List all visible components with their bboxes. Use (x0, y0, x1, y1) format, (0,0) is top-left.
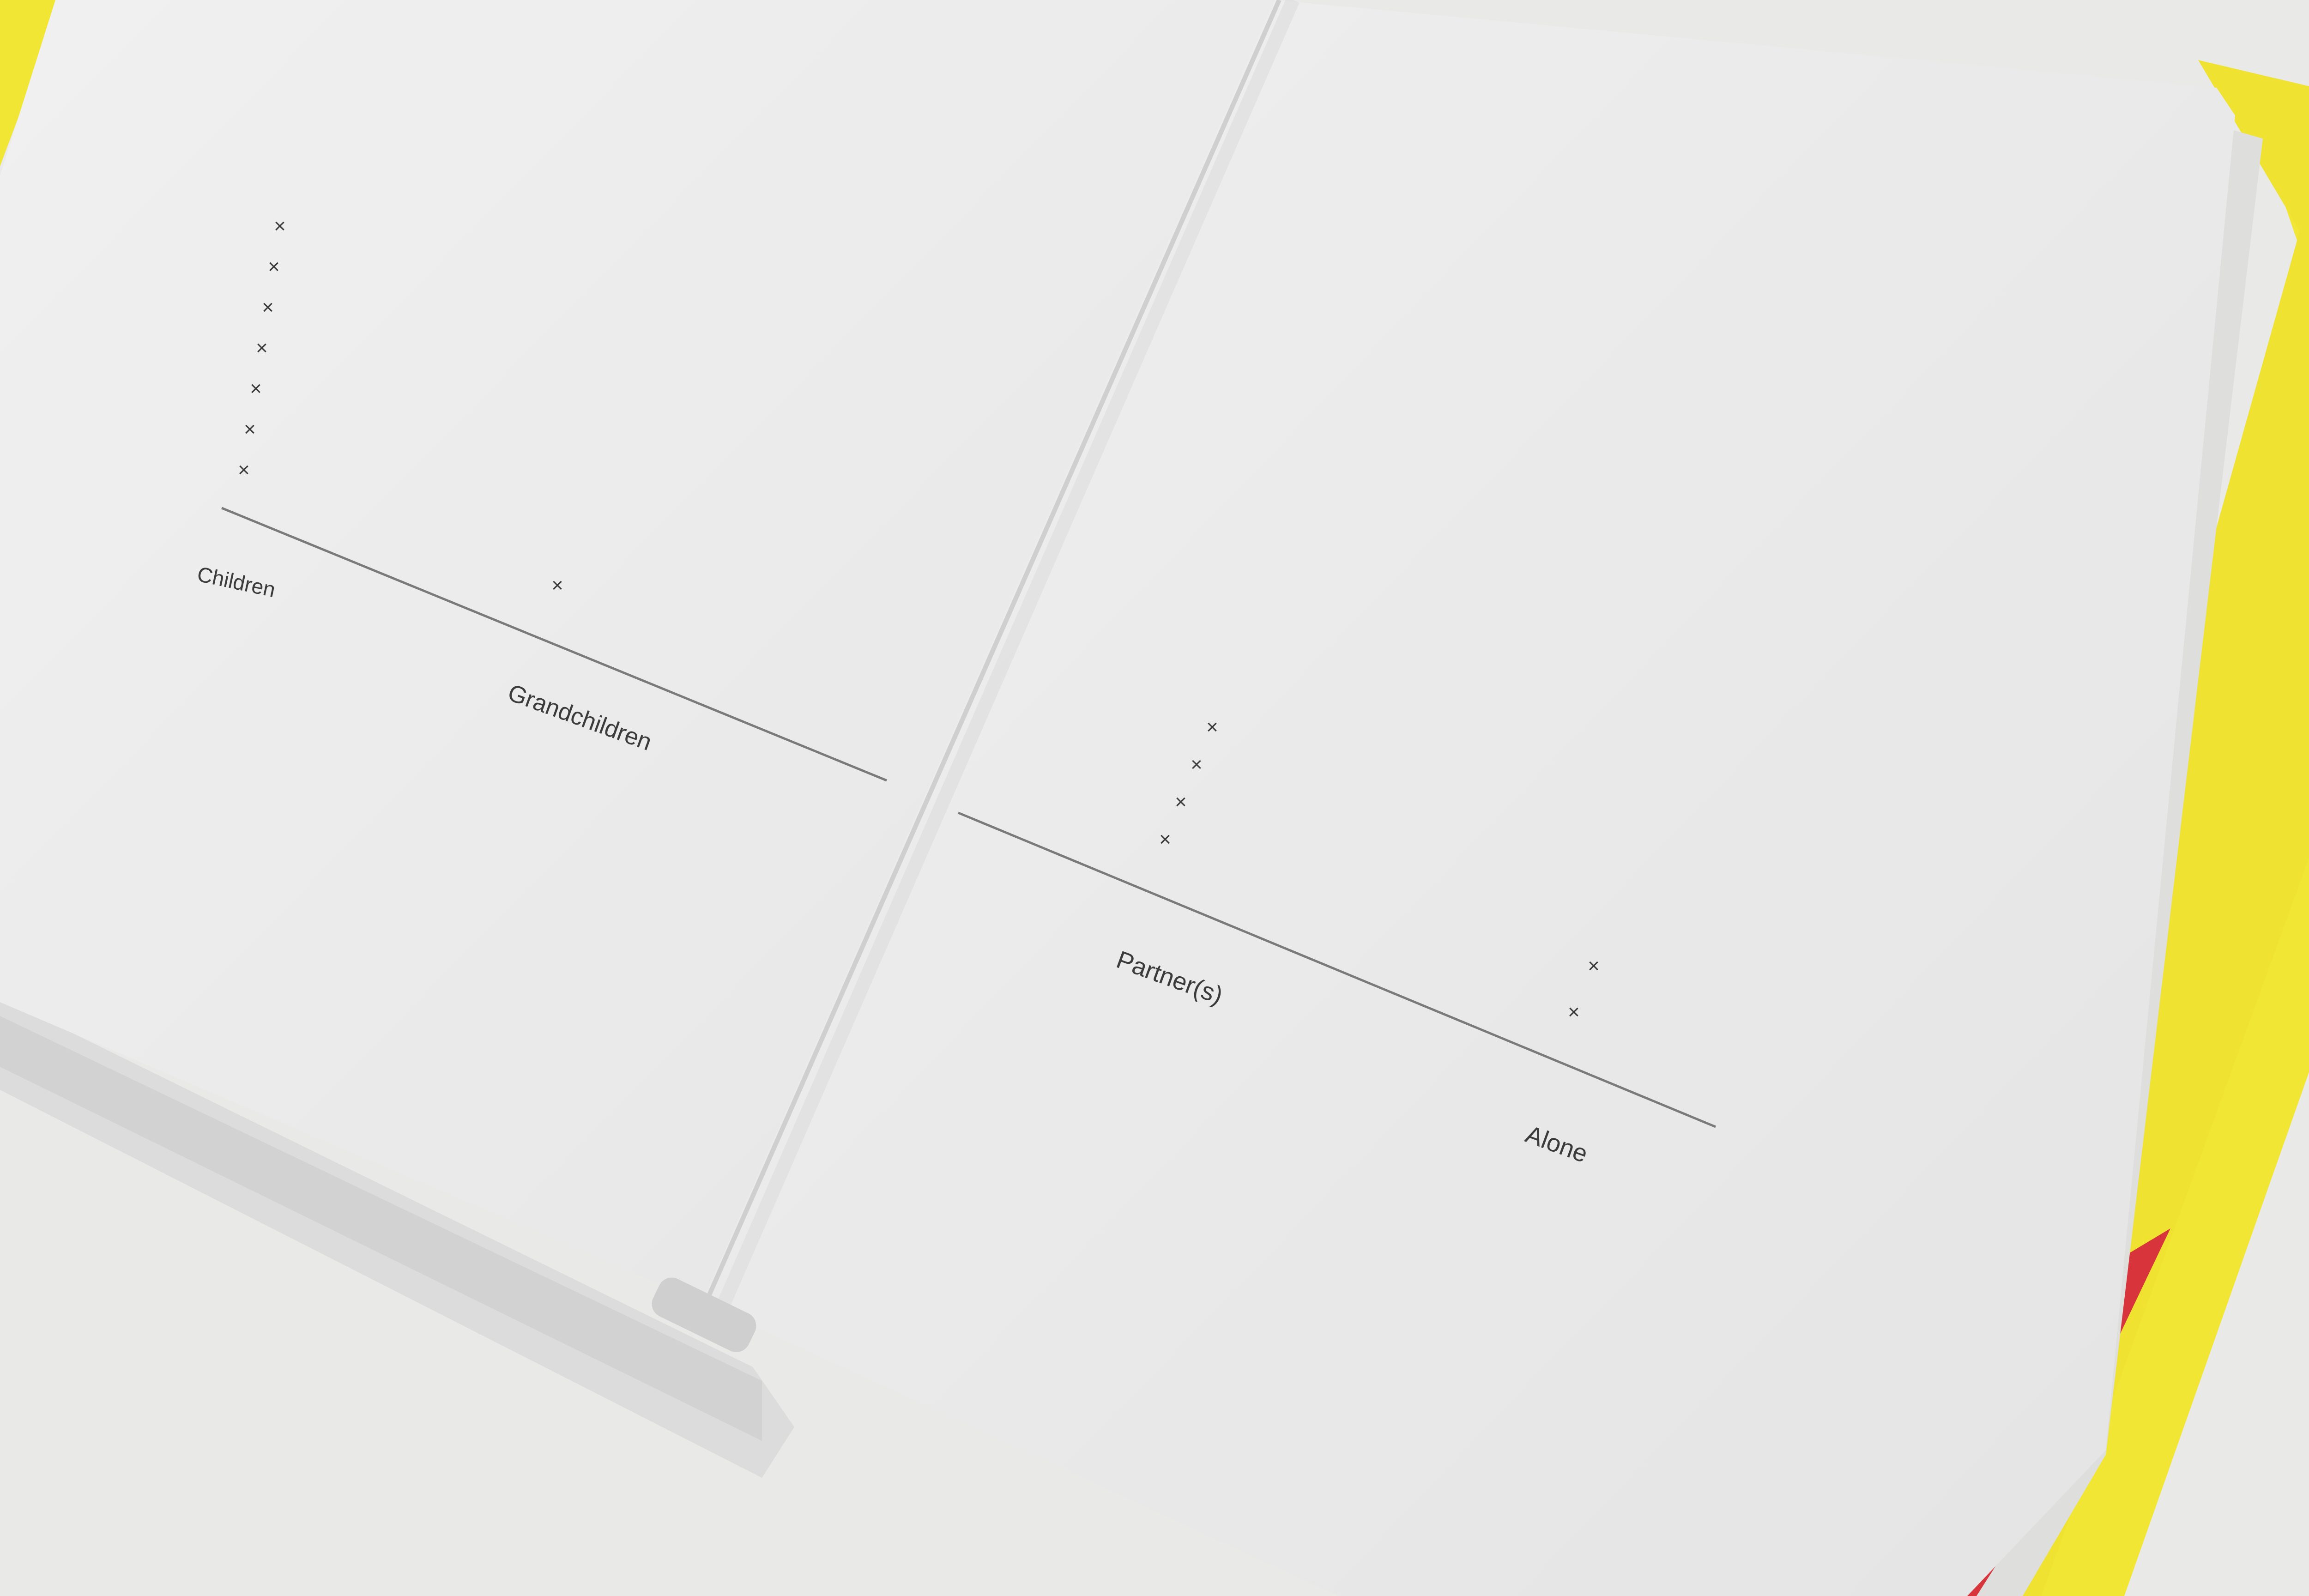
x-mark-partners-1: × (1159, 828, 1171, 851)
x-mark-grandchildren-1: × (551, 574, 563, 597)
x-mark-partners-2: × (1175, 791, 1187, 813)
x-mark-children-1: × (238, 459, 250, 481)
x-mark-children-5: × (262, 296, 274, 319)
x-mark-children-6: × (268, 255, 280, 278)
x-mark-children-7: × (274, 215, 286, 237)
x-mark-alone-2: × (1588, 955, 1600, 977)
x-mark-children-4: × (256, 337, 268, 359)
x-mark-children-3: × (250, 377, 262, 400)
photo-background (0, 0, 2309, 1596)
open-book-photo: Children Grandchildren Partner(s) Alone … (0, 0, 2309, 1596)
x-mark-children-2: × (244, 418, 256, 441)
x-mark-partners-3: × (1191, 753, 1203, 776)
x-mark-alone-1: × (1568, 1001, 1580, 1023)
x-mark-partners-4: × (1206, 716, 1218, 738)
